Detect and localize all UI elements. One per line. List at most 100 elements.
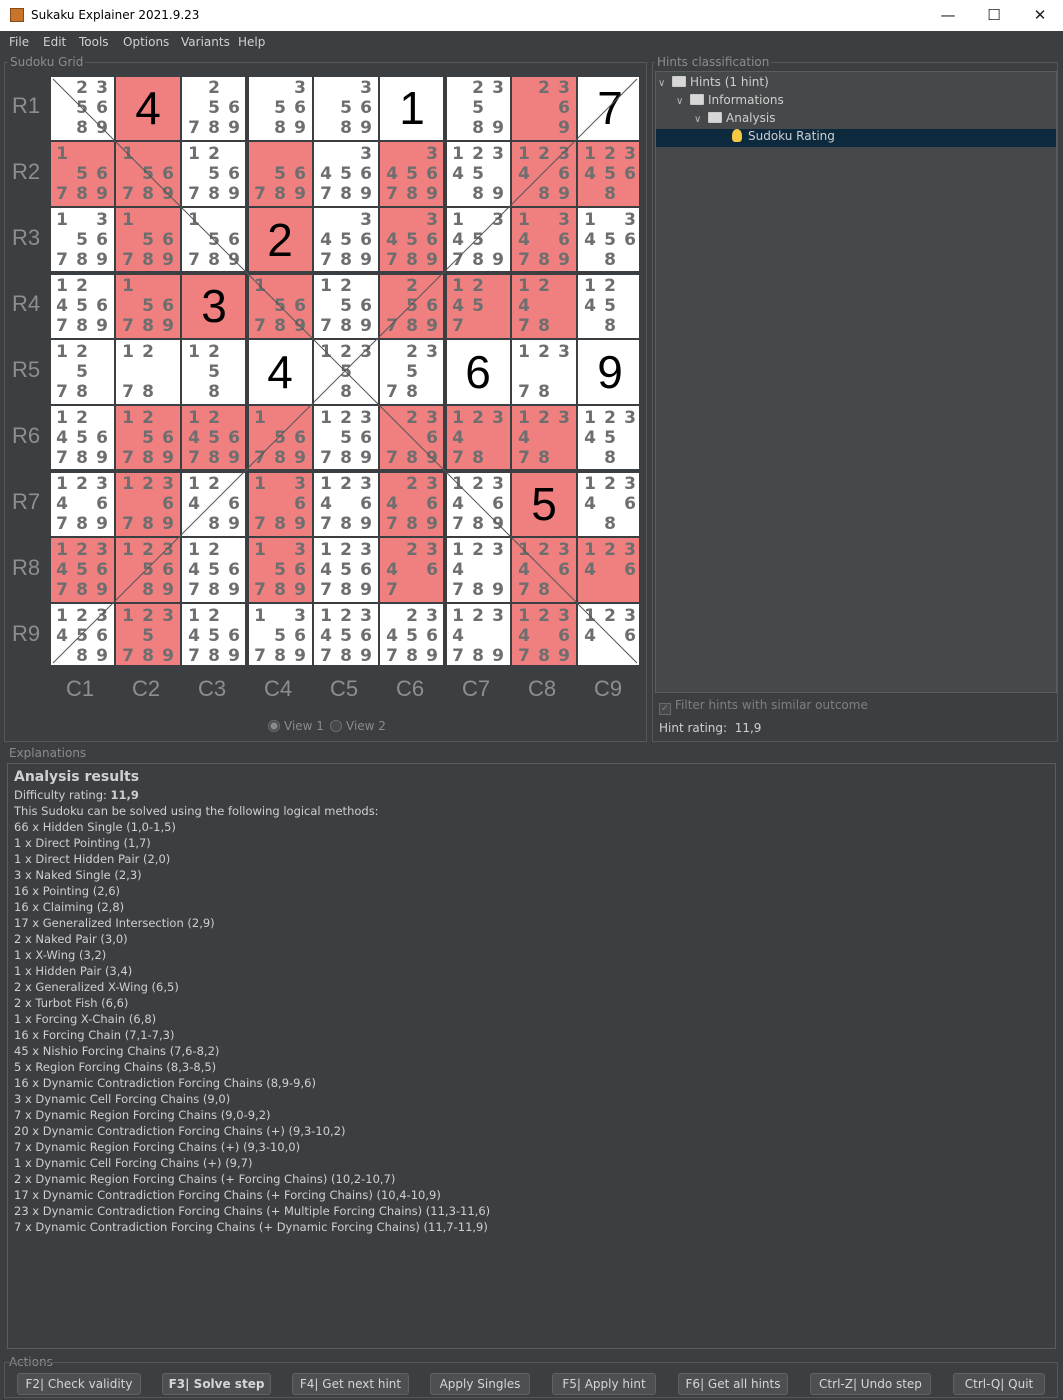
view2-radio[interactable]: View 2 xyxy=(330,719,386,733)
candidate-digit: 4 xyxy=(452,296,464,316)
candidate-digit: 5 xyxy=(340,230,352,250)
candidate-digit: 8 xyxy=(76,118,88,138)
candidate-digit: 9 xyxy=(360,448,372,468)
candidate-digit: 9 xyxy=(162,646,174,666)
candidate-digit: 6 xyxy=(624,164,636,184)
candidate-digit: 5 xyxy=(340,428,352,448)
candidate-digit: 2 xyxy=(208,606,220,626)
candidate-digit: 5 xyxy=(208,560,220,580)
candidate-digit: 2 xyxy=(538,144,550,164)
candidate-digit: 8 xyxy=(142,184,154,204)
sudoku-grid[interactable]: 2356894256789356893568912358923697156789… xyxy=(49,75,641,667)
candidate-digit: 5 xyxy=(208,98,220,118)
menu-help[interactable]: Help xyxy=(238,35,265,49)
method-line: 7 x Dynamic Region Forcing Chains (9,0-9… xyxy=(14,1108,271,1122)
menu-tools[interactable]: Tools xyxy=(79,35,109,49)
candidate-digit: 5 xyxy=(340,164,352,184)
candidate-digit: 8 xyxy=(208,448,220,468)
maximize-button[interactable]: ☐ xyxy=(971,0,1017,31)
candidate-digit: 3 xyxy=(360,144,372,164)
candidate-digit: 8 xyxy=(406,316,418,336)
candidate-digit: 1 xyxy=(452,408,464,428)
candidate-digit: 6 xyxy=(558,164,570,184)
candidate-digit: 9 xyxy=(228,580,240,600)
candidate-digit: 6 xyxy=(162,296,174,316)
quit-button[interactable]: Ctrl-Q| Quit xyxy=(953,1373,1045,1395)
check-validity-button[interactable]: F2| Check validity xyxy=(17,1373,141,1395)
candidate-digit: 7 xyxy=(452,580,464,600)
candidate-digit: 4 xyxy=(320,164,332,184)
menu-edit[interactable]: Edit xyxy=(43,35,66,49)
candidate-digit: 7 xyxy=(518,448,530,468)
method-line: 66 x Hidden Single (1,0-1,5) xyxy=(14,820,176,834)
candidate-digit: 3 xyxy=(624,408,636,428)
candidate-digit: 2 xyxy=(538,606,550,626)
candidate-digit: 7 xyxy=(320,184,332,204)
candidate-digit: 8 xyxy=(340,514,352,534)
candidate-digit: 2 xyxy=(538,540,550,560)
candidate-digit: 8 xyxy=(76,382,88,402)
lightbulb-icon xyxy=(732,129,742,142)
candidate-digit: 8 xyxy=(538,382,550,402)
candidate-digit: 9 xyxy=(228,118,240,138)
candidate-digit: 3 xyxy=(96,474,108,494)
candidate-digit: 2 xyxy=(208,78,220,98)
candidate-digit: 3 xyxy=(360,210,372,230)
get-next-hint-button[interactable]: F4| Get next hint xyxy=(292,1373,409,1395)
solve-step-button[interactable]: F3| Solve step xyxy=(162,1373,271,1395)
menu-variants[interactable]: Variants xyxy=(181,35,230,49)
candidate-digit: 3 xyxy=(558,78,570,98)
candidate-digit: 1 xyxy=(452,210,464,230)
candidate-digit: 2 xyxy=(142,342,154,362)
tree-item-informations[interactable]: ∨ Informations xyxy=(676,93,1054,111)
candidate-digit: 7 xyxy=(122,514,134,534)
tree-item-sudoku-rating[interactable]: Sudoku Rating xyxy=(656,129,1056,147)
candidate-digit: 1 xyxy=(188,606,200,626)
sudoku-grid-canvas[interactable]: 2356894256789356893568912358923697156789… xyxy=(49,75,641,667)
candidate-digit: 9 xyxy=(426,184,438,204)
menu-options[interactable]: Options xyxy=(123,35,169,49)
candidate-digit: 6 xyxy=(96,494,108,514)
radio-selected-icon xyxy=(268,720,280,732)
candidate-digit: 3 xyxy=(558,210,570,230)
candidate-digit: 8 xyxy=(274,184,286,204)
candidate-digit: 4 xyxy=(518,164,530,184)
apply-hint-button[interactable]: F5| Apply hint xyxy=(552,1373,656,1395)
candidate-digit: 8 xyxy=(340,382,352,402)
candidate-digit: 7 xyxy=(320,316,332,336)
candidate-digit: 8 xyxy=(538,184,550,204)
candidate-digit: 9 xyxy=(492,118,504,138)
minimize-button[interactable]: — xyxy=(925,0,971,31)
apply-singles-button[interactable]: Apply Singles xyxy=(430,1373,530,1395)
hints-tree[interactable]: ∨ Hints (1 hint) ∨ Informations ∨ Analysis … xyxy=(655,71,1057,693)
cell-value: 3 xyxy=(201,280,227,332)
explanations-panel[interactable]: Analysis results Difficulty rating: 11,9… xyxy=(7,763,1056,1349)
view1-radio[interactable]: View 1 xyxy=(268,719,324,733)
candidate-digit: 7 xyxy=(56,514,68,534)
cell-value: 9 xyxy=(597,346,623,398)
candidate-digit: 4 xyxy=(518,428,530,448)
candidate-digit: 2 xyxy=(406,342,418,362)
get-all-hints-button[interactable]: F6| Get all hints xyxy=(678,1373,788,1395)
tree-item-hints[interactable]: ∨ Hints (1 hint) xyxy=(658,75,1054,93)
undo-step-button[interactable]: Ctrl-Z| Undo step xyxy=(810,1373,931,1395)
candidate-digit: 6 xyxy=(228,98,240,118)
close-icon: ✕ xyxy=(1033,6,1047,24)
candidate-digit: 9 xyxy=(294,580,306,600)
method-line: 2 x Dynamic Region Forcing Chains (+ For… xyxy=(14,1172,396,1186)
candidate-digit: 9 xyxy=(558,250,570,270)
tree-item-label: Hints (1 hint) xyxy=(690,75,769,89)
candidate-digit: 7 xyxy=(254,316,266,336)
candidate-digit: 5 xyxy=(274,560,286,580)
candidate-digit: 1 xyxy=(56,144,68,164)
candidate-digit: 8 xyxy=(604,184,616,204)
candidate-digit: 1 xyxy=(518,210,530,230)
menu-file[interactable]: File xyxy=(9,35,29,49)
close-button[interactable]: ✕ xyxy=(1017,0,1063,31)
candidate-digit: 3 xyxy=(96,540,108,560)
candidate-digit: 6 xyxy=(96,560,108,580)
tree-item-analysis[interactable]: ∨ Analysis xyxy=(694,111,1054,129)
candidate-digit: 8 xyxy=(406,184,418,204)
candidate-digit: 5 xyxy=(340,98,352,118)
filter-hints-checkbox[interactable]: ✓ Filter hints with similar outcome xyxy=(659,698,868,715)
